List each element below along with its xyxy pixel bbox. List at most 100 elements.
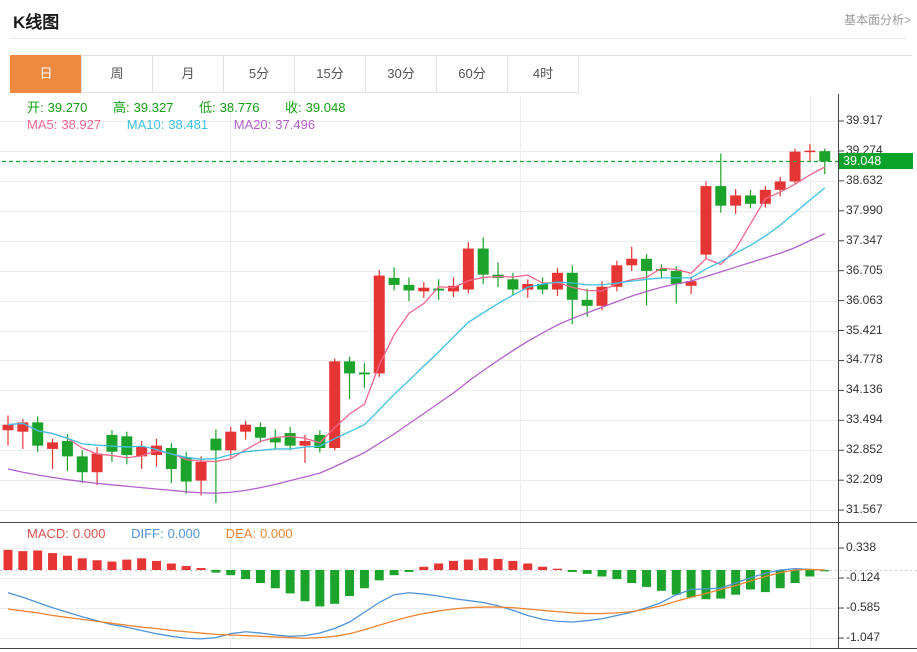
dea-label: DEA: [225, 526, 257, 541]
macd-bar-up [48, 553, 58, 570]
y-axis-label: 0.338 [846, 540, 877, 555]
kline-widget: K线图 基本面分析> 日周月 5分 15分 30分 60分 4时 开: 39.270 高: 3… [0, 0, 917, 652]
high-label: 高: [113, 100, 130, 115]
macd-bar-up [107, 561, 117, 570]
macd-bar-down [686, 570, 696, 598]
macd-bar-down [255, 570, 265, 583]
candle-body [284, 433, 296, 446]
y-axis-label: 32.209 [846, 472, 883, 487]
macd-bar-up [62, 555, 72, 570]
y-axis-label: 39.917 [846, 113, 883, 127]
candle-body [329, 361, 341, 448]
y-axis-label: 34.778 [846, 352, 883, 367]
macd-bar-down [612, 570, 622, 580]
candle-body [804, 150, 816, 153]
y-axis-label: -0.585 [846, 600, 881, 615]
candle-body [730, 195, 742, 206]
macd-bar-up [18, 551, 28, 570]
macd-bar-down [404, 570, 414, 572]
current-price-badge: 39.048 [839, 153, 913, 170]
candle-body [403, 284, 415, 291]
y-axis-label: 32.852 [846, 442, 883, 457]
candle-body [344, 361, 356, 374]
macd-bar-down [627, 570, 637, 583]
ohlc-row: 开: 39.270 高: 39.327 低: 38.776 收: 39.048 [27, 97, 349, 116]
tab-30分[interactable]: 30分 [365, 55, 437, 93]
close-value: 39.048 [305, 100, 346, 115]
ma-legend-row: MA5: 38.927 MA10: 38.481 MA20: 37.496 [27, 117, 319, 132]
macd-legend-row: MACD: 0.000 DIFF: 0.000 DEA: 0.000 [27, 526, 297, 541]
y-axis-label: 33.494 [846, 412, 883, 427]
candle-body [180, 457, 192, 482]
macd-bar-down [642, 570, 652, 587]
macd-bar-down [345, 570, 355, 596]
y-axis-label: -0.124 [846, 570, 881, 585]
open-value: 39.270 [47, 100, 88, 115]
macd-bar-down [716, 570, 726, 599]
y-axis-label: 34.136 [846, 382, 883, 397]
macd-bar-down [359, 570, 369, 589]
candle-body [61, 441, 73, 457]
candle-body [225, 431, 237, 451]
macd-bar-down [300, 570, 310, 602]
macd-bar-up [419, 566, 429, 570]
tab-60分[interactable]: 60分 [436, 55, 508, 93]
macd-bar-down [226, 570, 236, 576]
macd-bar-up [523, 563, 533, 570]
interval-tabs: 日周月 5分 15分 30分 60分 4时 [10, 55, 579, 93]
tab-日[interactable]: 日 [10, 55, 82, 93]
macd-bar-down [656, 570, 666, 591]
y-axis-label: 31.567 [846, 502, 883, 517]
tab-月[interactable]: 月 [152, 55, 224, 93]
candle-body [358, 372, 370, 375]
candle-body [819, 151, 831, 162]
candle-body [91, 453, 103, 473]
tab-5分[interactable]: 5分 [223, 55, 295, 93]
macd-bar-down [211, 570, 221, 573]
y-axis-label: 38.632 [846, 172, 883, 187]
dea-value: 0.000 [260, 526, 293, 541]
tab-周[interactable]: 周 [81, 55, 153, 93]
macd-bar-up [463, 559, 473, 570]
macd-bar-down [790, 570, 800, 583]
candle-body [626, 258, 638, 266]
macd-bar-up [538, 566, 548, 570]
candle-body [774, 181, 786, 190]
candle-body [581, 299, 593, 306]
macd-bar-down [582, 570, 592, 574]
candle-body [388, 277, 400, 285]
diff-value: 0.000 [167, 526, 201, 541]
macd-bar-up [552, 568, 562, 570]
macd-label: MACD: [27, 526, 69, 541]
macd-bar-up [3, 549, 13, 570]
candle-body [165, 447, 177, 469]
macd-bar-down [285, 570, 295, 594]
macd-bar-up [92, 560, 102, 570]
macd-bar-down [597, 570, 607, 577]
tab-4时[interactable]: 4时 [507, 55, 579, 93]
candle-body [418, 287, 430, 292]
candle-body [254, 427, 266, 438]
candle-body [448, 285, 459, 292]
open-label: 开: [27, 100, 44, 115]
candle-body [373, 275, 385, 374]
candle-body [32, 422, 44, 446]
ma20-value: 37.496 [275, 117, 316, 132]
macd-bar-up [77, 558, 87, 570]
macd-bar-up [122, 559, 132, 570]
ma20-label: MA20: [233, 117, 272, 132]
macd-value: 0.000 [72, 526, 106, 541]
y-axis-label: 37.347 [846, 232, 883, 247]
ma10-label: MA10: [126, 117, 165, 132]
low-value: 38.776 [219, 100, 260, 115]
ma5-value: 38.927 [61, 117, 102, 132]
macd-bar-up [33, 550, 43, 570]
candle-body [106, 434, 118, 452]
candle-body [462, 248, 474, 290]
y-axis-label: 35.421 [846, 322, 883, 337]
candle-body [507, 279, 519, 290]
candle-body [210, 438, 222, 451]
tab-15分[interactable]: 15分 [294, 55, 366, 93]
high-value: 39.327 [133, 100, 174, 115]
macd-bar-down [330, 570, 340, 604]
